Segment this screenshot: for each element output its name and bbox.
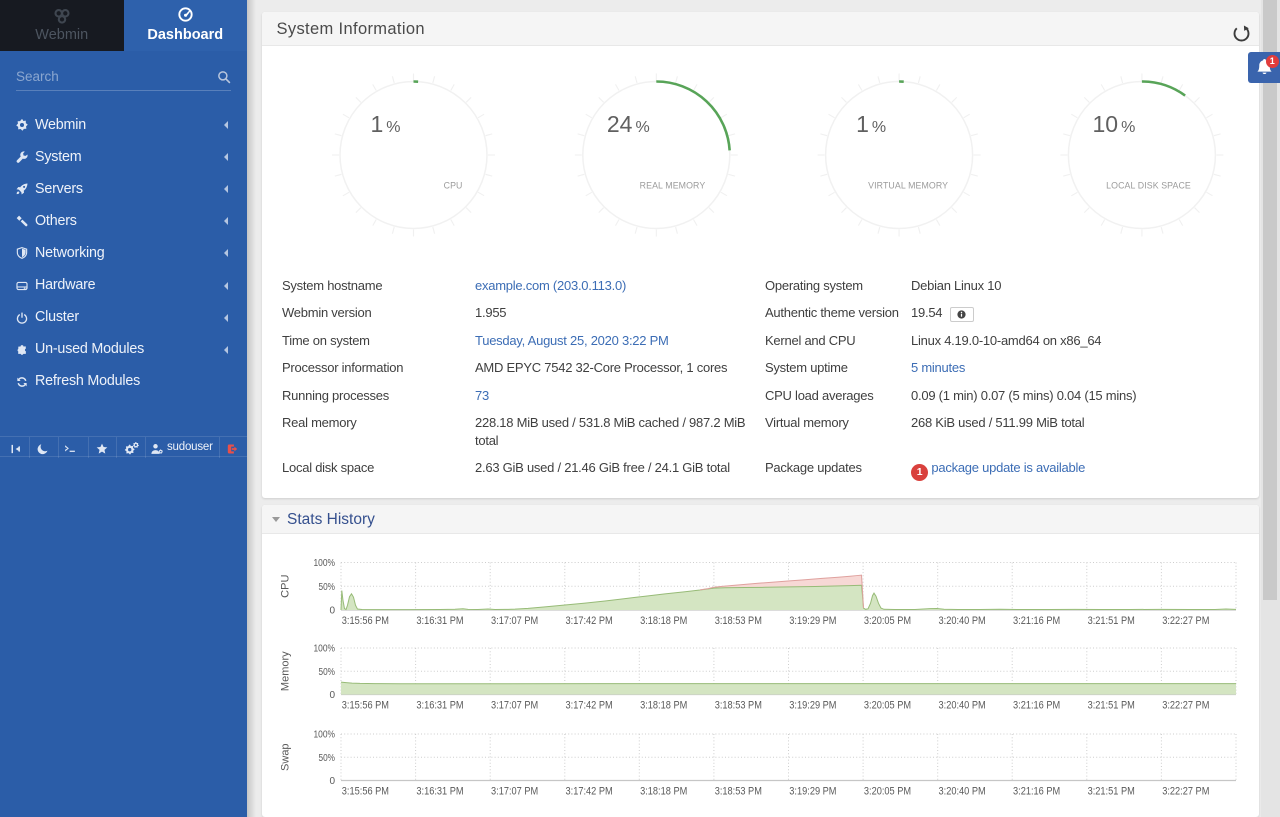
svg-text:3:17:42 PM: 3:17:42 PM (566, 785, 613, 797)
svg-text:3:21:16 PM: 3:21:16 PM (1013, 785, 1060, 797)
svg-text:3:22:27 PM: 3:22:27 PM (1162, 785, 1209, 797)
svg-text:3:20:40 PM: 3:20:40 PM (939, 785, 986, 797)
svg-text:VIRTUAL MEMORY: VIRTUAL MEMORY (868, 181, 948, 191)
svg-text:3:21:51 PM: 3:21:51 PM (1088, 785, 1135, 797)
svg-text:3:17:07 PM: 3:17:07 PM (491, 699, 538, 711)
svg-text:3:16:31 PM: 3:16:31 PM (416, 615, 463, 627)
svg-text:3:18:18 PM: 3:18:18 PM (640, 699, 687, 711)
svg-text:0: 0 (329, 776, 335, 787)
svg-text:3:18:18 PM: 3:18:18 PM (640, 785, 687, 797)
svg-text:1%: 1% (370, 111, 400, 137)
svg-text:100%: 100% (314, 644, 336, 655)
svg-text:3:17:07 PM: 3:17:07 PM (491, 615, 538, 627)
svg-text:0: 0 (329, 690, 335, 701)
svg-text:3:16:31 PM: 3:16:31 PM (416, 699, 463, 711)
svg-text:REAL MEMORY: REAL MEMORY (640, 181, 706, 191)
svg-text:50%: 50% (319, 667, 336, 678)
svg-text:3:18:53 PM: 3:18:53 PM (715, 699, 762, 711)
svg-text:3:17:42 PM: 3:17:42 PM (566, 699, 613, 711)
svg-text:3:20:05 PM: 3:20:05 PM (864, 785, 911, 797)
svg-text:3:15:56 PM: 3:15:56 PM (342, 615, 389, 627)
svg-text:3:22:27 PM: 3:22:27 PM (1162, 699, 1209, 711)
svg-text:3:17:07 PM: 3:17:07 PM (491, 785, 538, 797)
svg-text:3:18:53 PM: 3:18:53 PM (715, 615, 762, 627)
svg-text:3:20:05 PM: 3:20:05 PM (864, 699, 911, 711)
svg-text:3:19:29 PM: 3:19:29 PM (789, 785, 836, 797)
svg-text:3:21:51 PM: 3:21:51 PM (1088, 615, 1135, 627)
svg-text:Swap: Swap (280, 743, 292, 771)
svg-text:3:15:56 PM: 3:15:56 PM (342, 699, 389, 711)
svg-text:50%: 50% (319, 582, 336, 593)
svg-text:3:21:51 PM: 3:21:51 PM (1088, 699, 1135, 711)
svg-text:3:18:18 PM: 3:18:18 PM (640, 615, 687, 627)
svg-text:LOCAL DISK SPACE: LOCAL DISK SPACE (1106, 181, 1191, 191)
svg-text:3:19:29 PM: 3:19:29 PM (789, 699, 836, 711)
svg-text:3:20:40 PM: 3:20:40 PM (939, 615, 986, 627)
svg-text:3:15:56 PM: 3:15:56 PM (342, 785, 389, 797)
svg-text:3:18:53 PM: 3:18:53 PM (715, 785, 762, 797)
svg-text:3:21:16 PM: 3:21:16 PM (1013, 615, 1060, 627)
svg-text:3:16:31 PM: 3:16:31 PM (416, 785, 463, 797)
svg-text:24%: 24% (607, 111, 650, 137)
svg-text:3:19:29 PM: 3:19:29 PM (789, 615, 836, 627)
svg-text:100%: 100% (314, 730, 336, 741)
svg-text:1%: 1% (856, 111, 886, 137)
svg-text:3:20:05 PM: 3:20:05 PM (864, 615, 911, 627)
svg-text:Memory: Memory (280, 651, 292, 691)
svg-text:3:17:42 PM: 3:17:42 PM (566, 615, 613, 627)
svg-text:10%: 10% (1092, 111, 1135, 137)
svg-text:100%: 100% (314, 558, 336, 569)
svg-text:CPU: CPU (444, 181, 463, 191)
svg-text:3:21:16 PM: 3:21:16 PM (1013, 699, 1060, 711)
svg-text:3:22:27 PM: 3:22:27 PM (1162, 615, 1209, 627)
svg-text:50%: 50% (319, 753, 336, 764)
svg-text:CPU: CPU (280, 575, 292, 598)
svg-text:0: 0 (329, 606, 335, 617)
svg-text:3:20:40 PM: 3:20:40 PM (939, 699, 986, 711)
